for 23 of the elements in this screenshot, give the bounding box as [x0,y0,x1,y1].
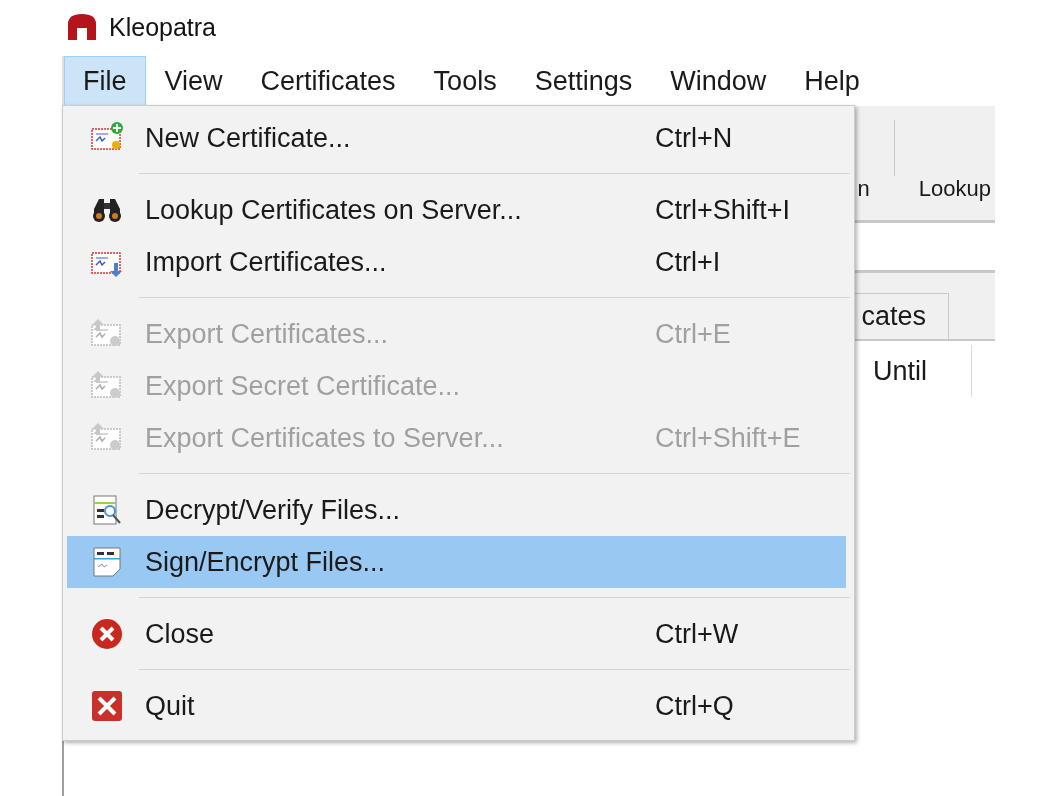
menu-item[interactable]: New Certificate... Ctrl+N [67,112,846,164]
menu-bar-item[interactable]: Tools [414,56,516,106]
menu-bar-item[interactable]: Settings [515,56,652,106]
menu-bar-item[interactable]: Certificates [241,56,415,106]
menu-bar-item[interactable]: File [64,56,146,106]
window-title: Kleopatra [109,12,217,42]
document-magnifier-icon [90,493,124,527]
menu-item[interactable]: Decrypt/Verify Files... [67,484,846,536]
document-icon [90,545,124,579]
menu-bar-item[interactable]: View [145,56,242,106]
close-icon [90,617,124,651]
menu-item[interactable]: Quit Ctrl+Q [67,680,846,732]
menu-item[interactable]: Import Certificates... Ctrl+I [67,236,846,288]
toolbar-button[interactable]: n [853,176,874,202]
column-header[interactable]: Until [873,345,972,397]
close-icon [90,689,124,723]
menu-bar-item[interactable]: Window [651,56,786,106]
menu-item[interactable]: Lookup Certificates on Server... Ctrl+Shift+I [67,184,846,236]
app-logo-icon [65,12,99,42]
toolbar-button[interactable]: Lookup [914,176,995,202]
menu-bar-item[interactable]: Help [785,56,879,106]
menu-item[interactable]: Sign/Encrypt Files... [67,536,846,588]
menu-item[interactable]: Close Ctrl+W [67,608,846,660]
